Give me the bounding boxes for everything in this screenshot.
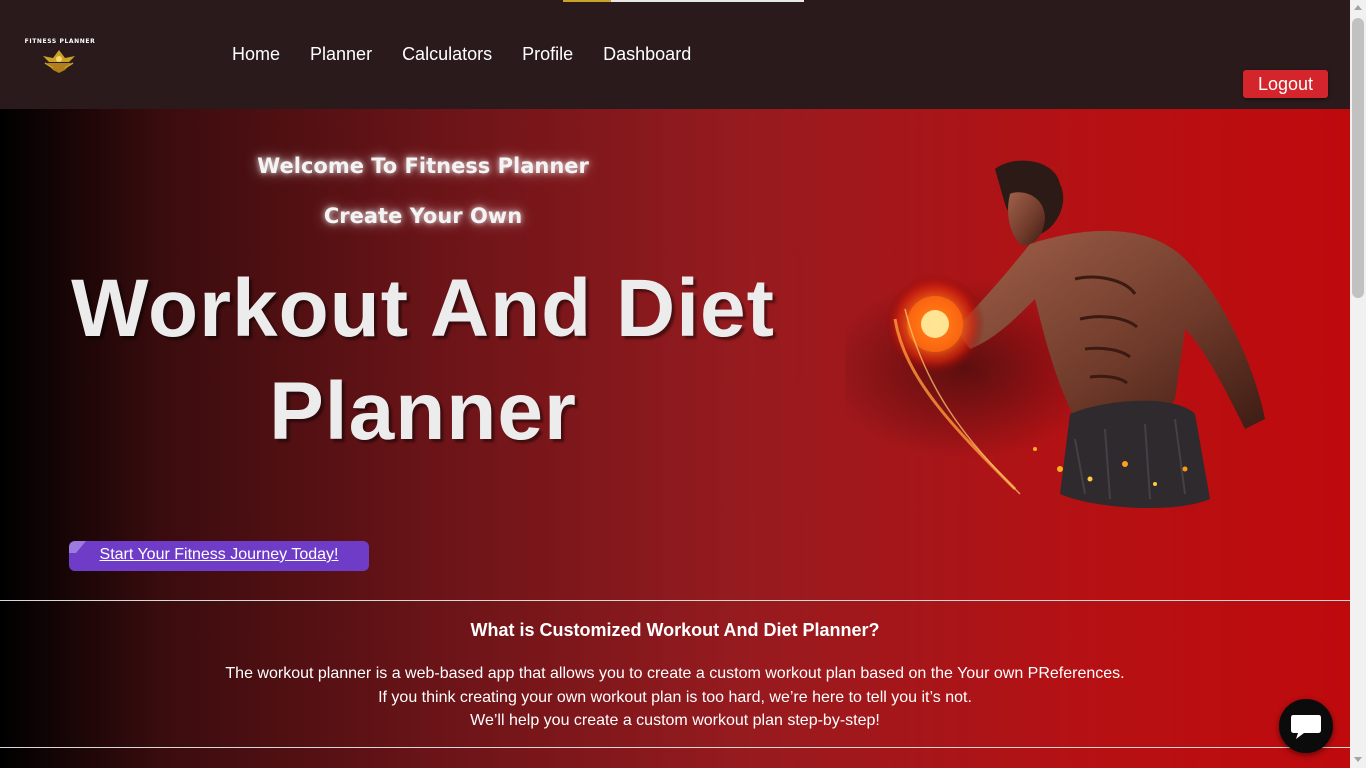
about-description: The workout planner is a web-based app t…: [0, 662, 1350, 733]
about-heading: What is Customized Workout And Diet Plan…: [470, 620, 880, 640]
start-journey-label: Start Your Fitness Journey Today!: [99, 546, 339, 563]
about-line: The workout planner is a web-based app t…: [225, 665, 1125, 682]
nav-profile-link[interactable]: Profile: [522, 44, 573, 65]
hero-subtitle: Create Your Own: [323, 204, 523, 228]
scroll-up-arrow-icon[interactable]: [1354, 5, 1362, 10]
scroll-down-arrow-icon[interactable]: [1354, 757, 1362, 762]
hero-title-line2: Planner: [269, 366, 577, 457]
main-nav: Home Planner Calculators Profile Dashboa…: [232, 44, 691, 65]
brand-name: FITNESS PLANNER: [24, 38, 96, 45]
nav-dashboard-link[interactable]: Dashboard: [603, 44, 691, 65]
top-progress-strip: [563, 0, 804, 2]
about-section: What is Customized Workout And Diet Plan…: [0, 600, 1350, 768]
logout-button[interactable]: Logout: [1243, 70, 1328, 98]
page-scrollbar[interactable]: [1350, 0, 1366, 768]
hero-section: Welcome To Fitness Planner Create Your O…: [0, 109, 1350, 600]
hero-title: Workout And Diet Planner: [0, 257, 846, 463]
about-line: We’ll help you create a custom workout p…: [470, 712, 880, 729]
chat-bubble-icon: [1291, 715, 1321, 739]
fitness-man-image: [845, 160, 1265, 509]
hero-title-line1: Workout And Diet: [71, 263, 775, 354]
section-divider: [0, 600, 1350, 601]
top-navbar: FITNESS PLANNER Home Planner Calculators…: [0, 0, 1350, 109]
start-journey-button[interactable]: Start Your Fitness Journey Today!: [69, 541, 369, 571]
hero-welcome-text: Welcome To Fitness Planner: [257, 154, 589, 178]
section-divider: [0, 747, 1350, 748]
about-line: If you think creating your own workout p…: [378, 688, 972, 706]
nav-calculators-link[interactable]: Calculators: [402, 44, 492, 65]
brand-logo[interactable]: FITNESS PLANNER: [22, 38, 98, 74]
nav-planner-link[interactable]: Planner: [310, 44, 372, 65]
crown-emblem-icon: [43, 50, 75, 73]
scrollbar-thumb[interactable]: [1352, 18, 1364, 298]
nav-home-link[interactable]: Home: [232, 44, 280, 65]
chat-button[interactable]: [1279, 699, 1333, 753]
